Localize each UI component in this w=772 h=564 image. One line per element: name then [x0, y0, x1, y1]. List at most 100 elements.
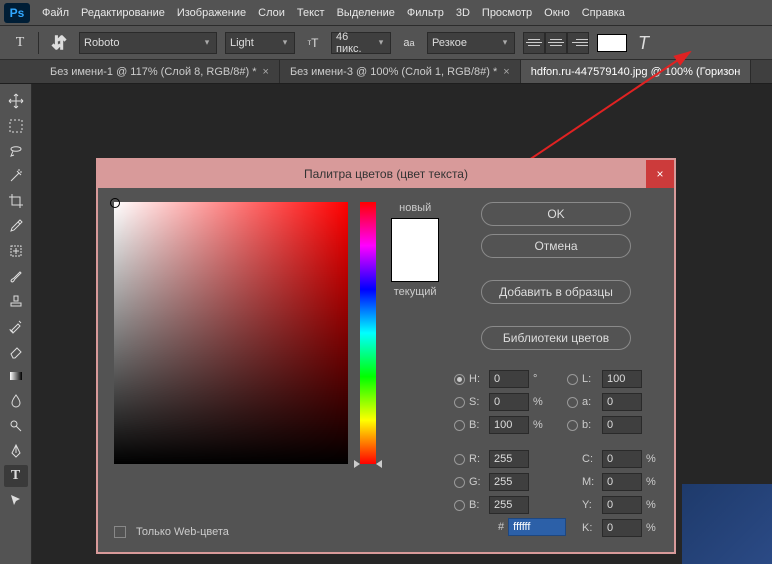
font-size-value: 46 пикс.: [336, 31, 376, 55]
document-tab[interactable]: Без имени-1 @ 117% (Слой 8, RGB/8#) * ×: [40, 60, 280, 83]
b3-input[interactable]: 0: [602, 416, 642, 434]
close-icon[interactable]: ×: [263, 66, 269, 78]
chevron-down-icon: ▾: [280, 37, 290, 48]
saturation-value-field[interactable]: [114, 202, 348, 464]
b3-radio[interactable]: [567, 420, 578, 431]
brush-tool[interactable]: [4, 265, 28, 287]
menu-help[interactable]: Справка: [582, 7, 625, 19]
l-radio[interactable]: [567, 374, 578, 385]
b-input[interactable]: 100: [489, 416, 529, 434]
r-radio[interactable]: [454, 454, 465, 465]
bri-radio[interactable]: [454, 420, 465, 431]
font-family-combo[interactable]: Roboto ▾: [79, 32, 217, 54]
chevron-down-icon: ▾: [202, 37, 212, 48]
antialias-value: Резкое: [432, 37, 500, 49]
r-input[interactable]: 255: [489, 450, 529, 468]
magic-wand-tool[interactable]: [4, 165, 28, 187]
pct-unit: %: [533, 419, 545, 431]
ok-button[interactable]: OK: [481, 202, 631, 226]
cancel-button[interactable]: Отмена: [481, 234, 631, 258]
m-input[interactable]: 0: [602, 473, 642, 491]
blur-tool[interactable]: [4, 390, 28, 412]
y-input[interactable]: 0: [602, 496, 642, 514]
close-icon[interactable]: ×: [503, 66, 509, 78]
k-input[interactable]: 0: [602, 519, 642, 537]
menu-edit[interactable]: Редактирование: [81, 7, 165, 19]
new-current-color-swatch[interactable]: [391, 218, 439, 282]
g-radio[interactable]: [454, 477, 465, 488]
align-center-button[interactable]: [545, 32, 567, 54]
add-swatch-button[interactable]: Добавить в образцы: [481, 280, 631, 304]
menu-view[interactable]: Просмотр: [482, 7, 532, 19]
close-icon: ×: [656, 167, 663, 181]
menu-window[interactable]: Окно: [544, 7, 570, 19]
b-label: B:: [469, 419, 485, 431]
divider: [38, 32, 39, 54]
document-tab[interactable]: hdfon.ru-447579140.jpg @ 100% (Горизон: [521, 60, 752, 83]
hue-radio[interactable]: [454, 374, 465, 385]
dialog-title: Палитра цветов (цвет текста): [304, 167, 468, 181]
new-color-label: новый: [399, 202, 431, 214]
h-input[interactable]: 0: [489, 370, 529, 388]
dodge-tool[interactable]: [4, 415, 28, 437]
a-input[interactable]: 0: [602, 393, 642, 411]
document-tab[interactable]: Без имени-3 @ 100% (Слой 1, RGB/8#) * ×: [280, 60, 521, 83]
font-family-value: Roboto: [84, 37, 202, 49]
chevron-down-icon: ▾: [376, 37, 386, 48]
pen-tool[interactable]: [4, 440, 28, 462]
a-radio[interactable]: [567, 397, 578, 408]
menu-image[interactable]: Изображение: [177, 7, 246, 19]
eyedropper-tool[interactable]: [4, 215, 28, 237]
document-canvas[interactable]: [682, 484, 772, 564]
hex-input[interactable]: ffffff: [508, 518, 566, 536]
type-tool[interactable]: T: [4, 465, 28, 487]
healing-tool[interactable]: [4, 240, 28, 262]
dialog-titlebar[interactable]: Палитра цветов (цвет текста) ×: [98, 160, 674, 188]
s-input[interactable]: 0: [489, 393, 529, 411]
text-orientation-button[interactable]: ⇵: [47, 32, 71, 54]
history-brush-tool[interactable]: [4, 315, 28, 337]
c-input[interactable]: 0: [602, 450, 642, 468]
font-weight-combo[interactable]: Light ▾: [225, 32, 295, 54]
menu-3d[interactable]: 3D: [456, 7, 470, 19]
move-tool[interactable]: [4, 90, 28, 112]
web-only-label: Только Web-цвета: [136, 526, 229, 538]
tab-label: Без имени-3 @ 100% (Слой 1, RGB/8#) *: [290, 66, 497, 78]
align-left-button[interactable]: [523, 32, 545, 54]
b2-radio[interactable]: [454, 500, 465, 511]
menu-type[interactable]: Текст: [297, 7, 325, 19]
font-weight-value: Light: [230, 37, 280, 49]
hue-slider[interactable]: [360, 202, 376, 464]
warp-text-button[interactable]: T: [635, 32, 659, 54]
eraser-tool[interactable]: [4, 340, 28, 362]
menu-filter[interactable]: Фильтр: [407, 7, 444, 19]
marquee-tool[interactable]: [4, 115, 28, 137]
close-button[interactable]: ×: [646, 160, 674, 188]
menu-file[interactable]: Файл: [42, 7, 69, 19]
l-input[interactable]: 100: [602, 370, 642, 388]
menu-select[interactable]: Выделение: [337, 7, 395, 19]
menubar: Ps Файл Редактирование Изображение Слои …: [0, 0, 772, 26]
y-label: Y:: [582, 499, 598, 511]
lasso-tool[interactable]: [4, 140, 28, 162]
b2-input[interactable]: 255: [489, 496, 529, 514]
align-right-button[interactable]: [567, 32, 589, 54]
svg-text:T: T: [638, 33, 651, 53]
text-color-swatch[interactable]: [597, 34, 627, 52]
web-only-checkbox[interactable]: [114, 526, 126, 538]
menu-layer[interactable]: Слои: [258, 7, 285, 19]
font-size-combo[interactable]: 46 пикс. ▾: [331, 32, 391, 54]
crop-tool[interactable]: [4, 190, 28, 212]
color-libraries-button[interactable]: Библиотеки цветов: [481, 326, 631, 350]
r-label: R:: [469, 453, 485, 465]
a-label: a:: [582, 396, 598, 408]
m-label: M:: [582, 476, 598, 488]
svg-text:⇵: ⇵: [52, 33, 67, 53]
stamp-tool[interactable]: [4, 290, 28, 312]
path-selection-tool[interactable]: [4, 490, 28, 512]
gradient-tool[interactable]: [4, 365, 28, 387]
antialias-combo[interactable]: Резкое ▾: [427, 32, 515, 54]
hue-marker-icon: [376, 460, 382, 468]
sat-radio[interactable]: [454, 397, 465, 408]
g-input[interactable]: 255: [489, 473, 529, 491]
